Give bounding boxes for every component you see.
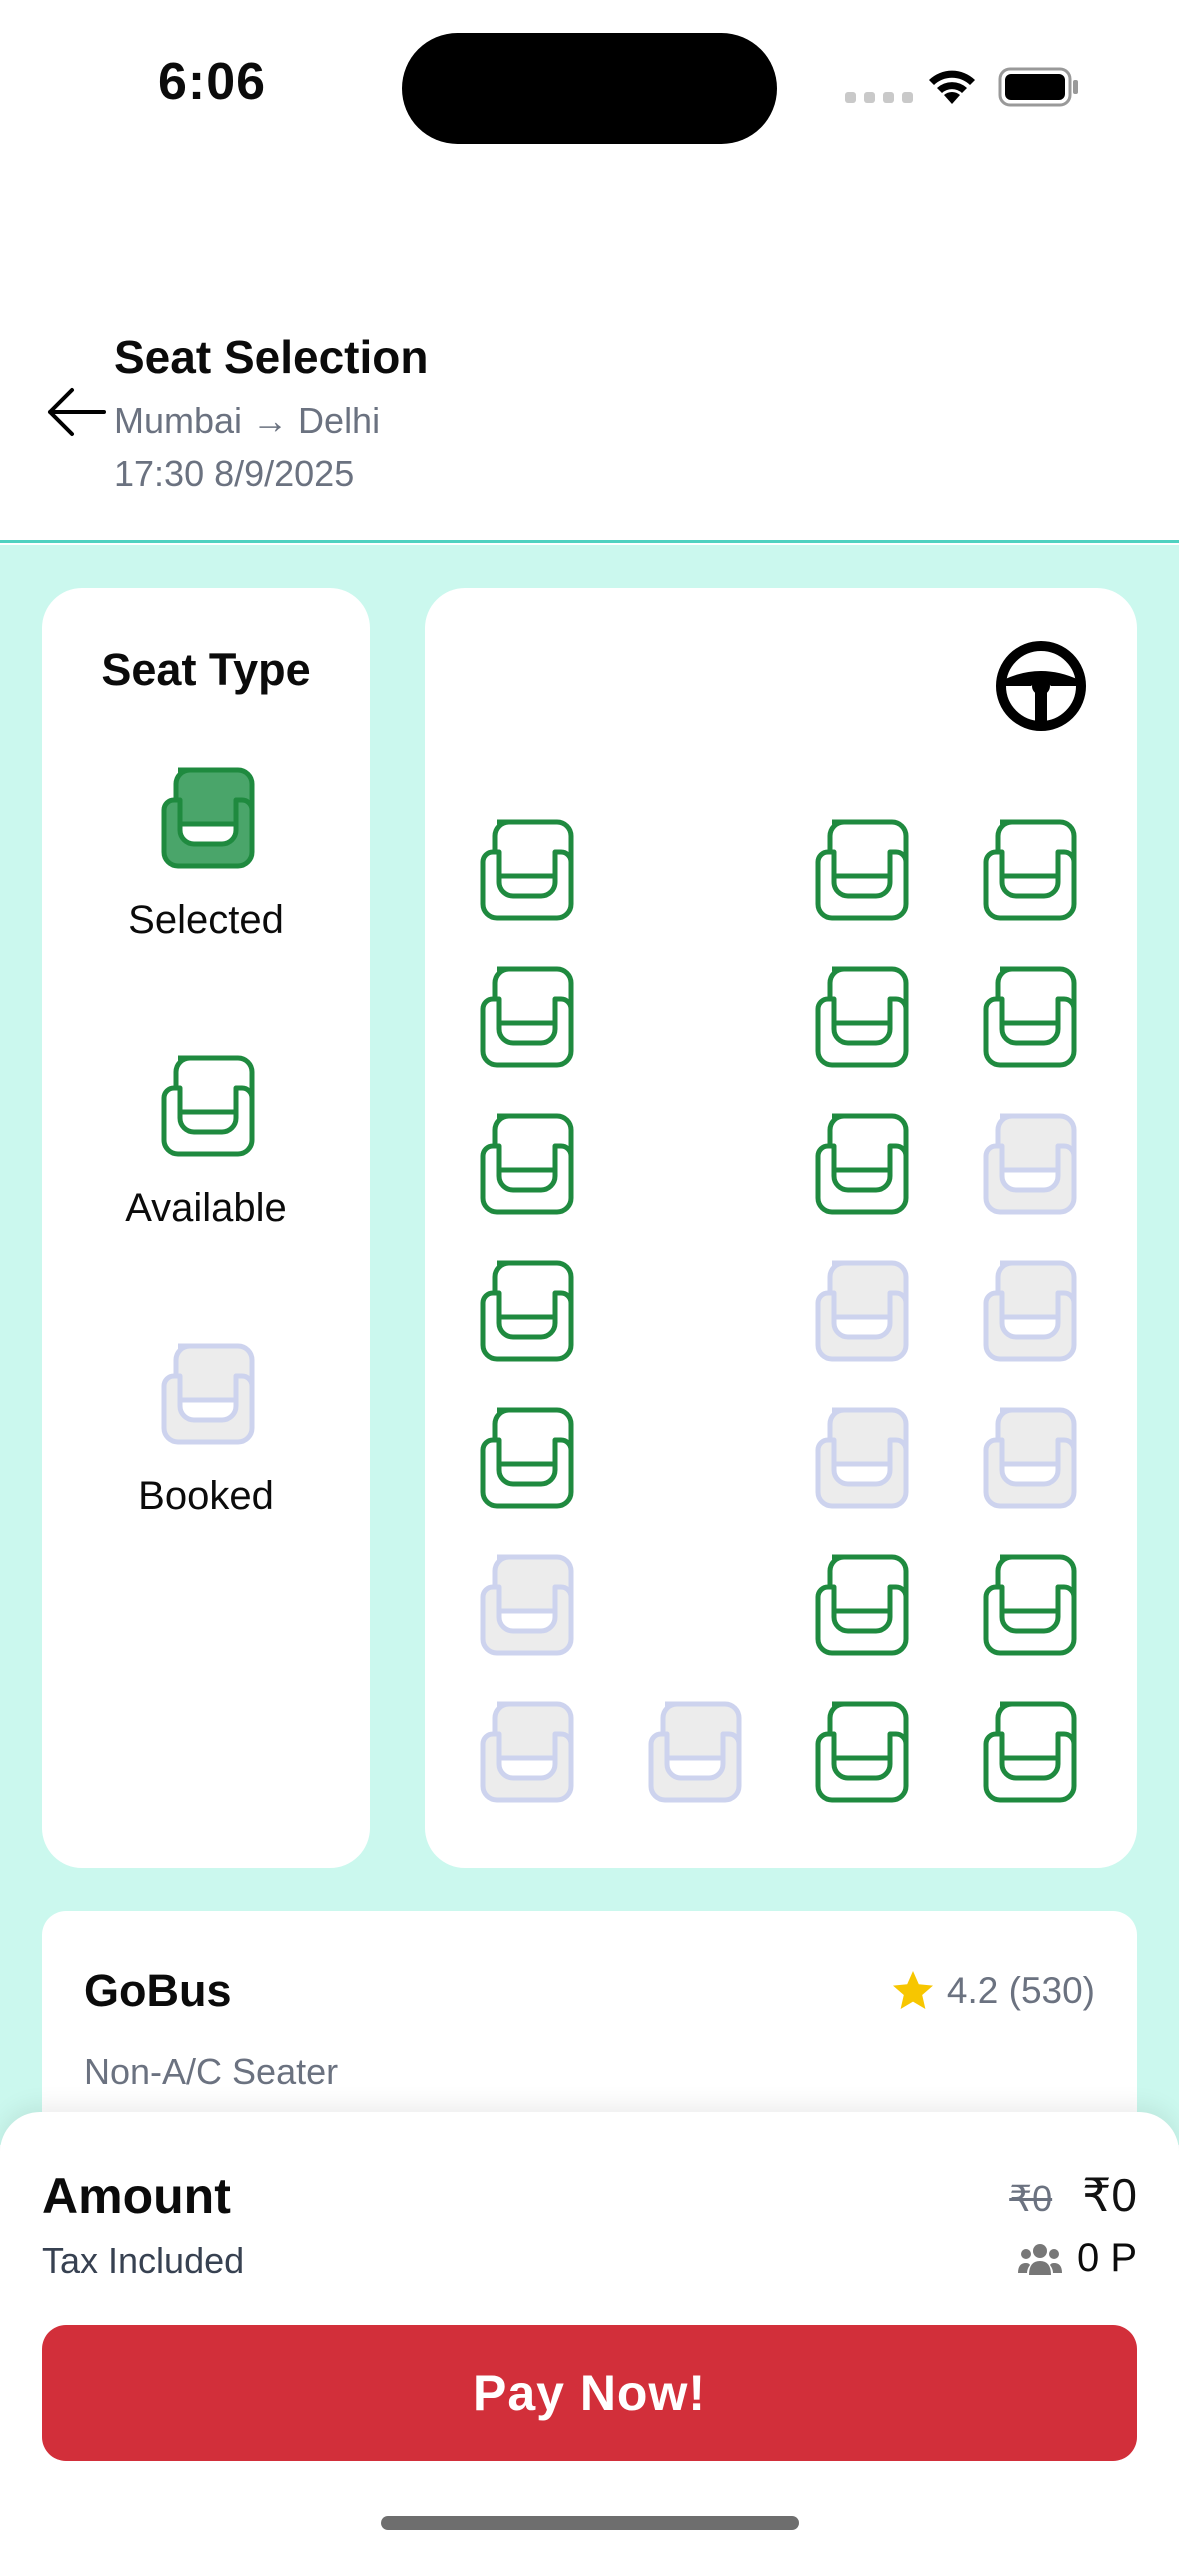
home-indicator[interactable] — [381, 2516, 799, 2530]
rating-text: 4.2 (530) — [946, 1970, 1095, 2011]
status-time: 6:06 — [158, 53, 267, 111]
seat-available[interactable] — [972, 959, 1088, 1075]
back-arrow-icon — [48, 388, 106, 436]
seat-available[interactable] — [972, 1547, 1088, 1663]
dynamic-island — [402, 33, 777, 144]
legend-title: Seat Type — [101, 644, 311, 695]
seat-available[interactable] — [804, 812, 920, 928]
seat-booked — [480, 1701, 574, 1803]
battery-icon — [998, 67, 1078, 107]
pay-now-button[interactable]: Pay Now! — [42, 2325, 1137, 2461]
seat-booked-icon — [161, 1343, 255, 1445]
people-icon — [1017, 2243, 1062, 2275]
bus-type: Non-A/C Seater — [84, 2051, 339, 2092]
seat-available[interactable] — [804, 1547, 920, 1663]
seat-type-legend: Seat Type Selected Available Booked — [42, 588, 370, 1868]
seat-available-icon — [161, 1055, 255, 1157]
departure-datetime: 17:30 8/9/2025 — [114, 453, 355, 494]
steering-wheel-icon — [996, 641, 1086, 731]
status-bar: 6:06 — [0, 0, 1179, 175]
final-price: ₹0 — [1082, 2169, 1137, 2221]
seat-booked — [480, 1554, 574, 1656]
original-price: ₹0 — [1009, 2178, 1053, 2219]
seat-booked — [815, 1260, 909, 1362]
seat-available[interactable] — [469, 812, 585, 928]
operator-card: GoBus Non-A/C Seater 4.2 (530) — [42, 1911, 1137, 2131]
seat-available[interactable] — [972, 1694, 1088, 1810]
seat-available[interactable] — [972, 812, 1088, 928]
seat-available[interactable] — [469, 959, 585, 1075]
route-text: Mumbai → Delhi — [114, 400, 381, 441]
amount-label: Amount — [42, 2168, 231, 2224]
wifi-icon — [929, 70, 975, 104]
seat-booked — [983, 1113, 1077, 1215]
seat-available[interactable] — [469, 1253, 585, 1369]
star-icon — [892, 1971, 933, 2009]
tax-label: Tax Included — [42, 2240, 245, 2281]
operator-name: GoBus — [84, 1965, 232, 2016]
payment-summary-sheet: Amount Tax Included ₹0 ₹0 0 P Pay Now! — [0, 2112, 1179, 2556]
seat-available[interactable] — [804, 1106, 920, 1222]
seat-booked — [983, 1260, 1077, 1362]
passenger-count: 0 P — [1017, 2236, 1137, 2281]
seat-booked — [815, 1407, 909, 1509]
page-header: Seat Selection Mumbai → Delhi 17:30 8/9/… — [0, 310, 1179, 543]
seat-map — [425, 588, 1137, 1868]
seat-available[interactable] — [469, 1106, 585, 1222]
page-title: Seat Selection — [114, 331, 429, 383]
legend-label: Available — [125, 1186, 287, 1230]
legend-label: Booked — [138, 1474, 274, 1518]
legend-label: Selected — [128, 898, 284, 942]
operator-rating: 4.2 (530) — [889, 1967, 1095, 2015]
seat-available[interactable] — [804, 1694, 920, 1810]
seat-available[interactable] — [469, 1400, 585, 1516]
seat-booked — [648, 1701, 742, 1803]
seat-booked — [983, 1407, 1077, 1509]
back-button[interactable] — [40, 380, 112, 444]
passenger-text: 0 P — [1076, 2236, 1137, 2280]
cellular-signal-icon — [845, 92, 913, 103]
seat-selected-icon — [161, 767, 255, 869]
seat-available[interactable] — [804, 959, 920, 1075]
price-block: ₹0 ₹0 — [1009, 2168, 1137, 2222]
